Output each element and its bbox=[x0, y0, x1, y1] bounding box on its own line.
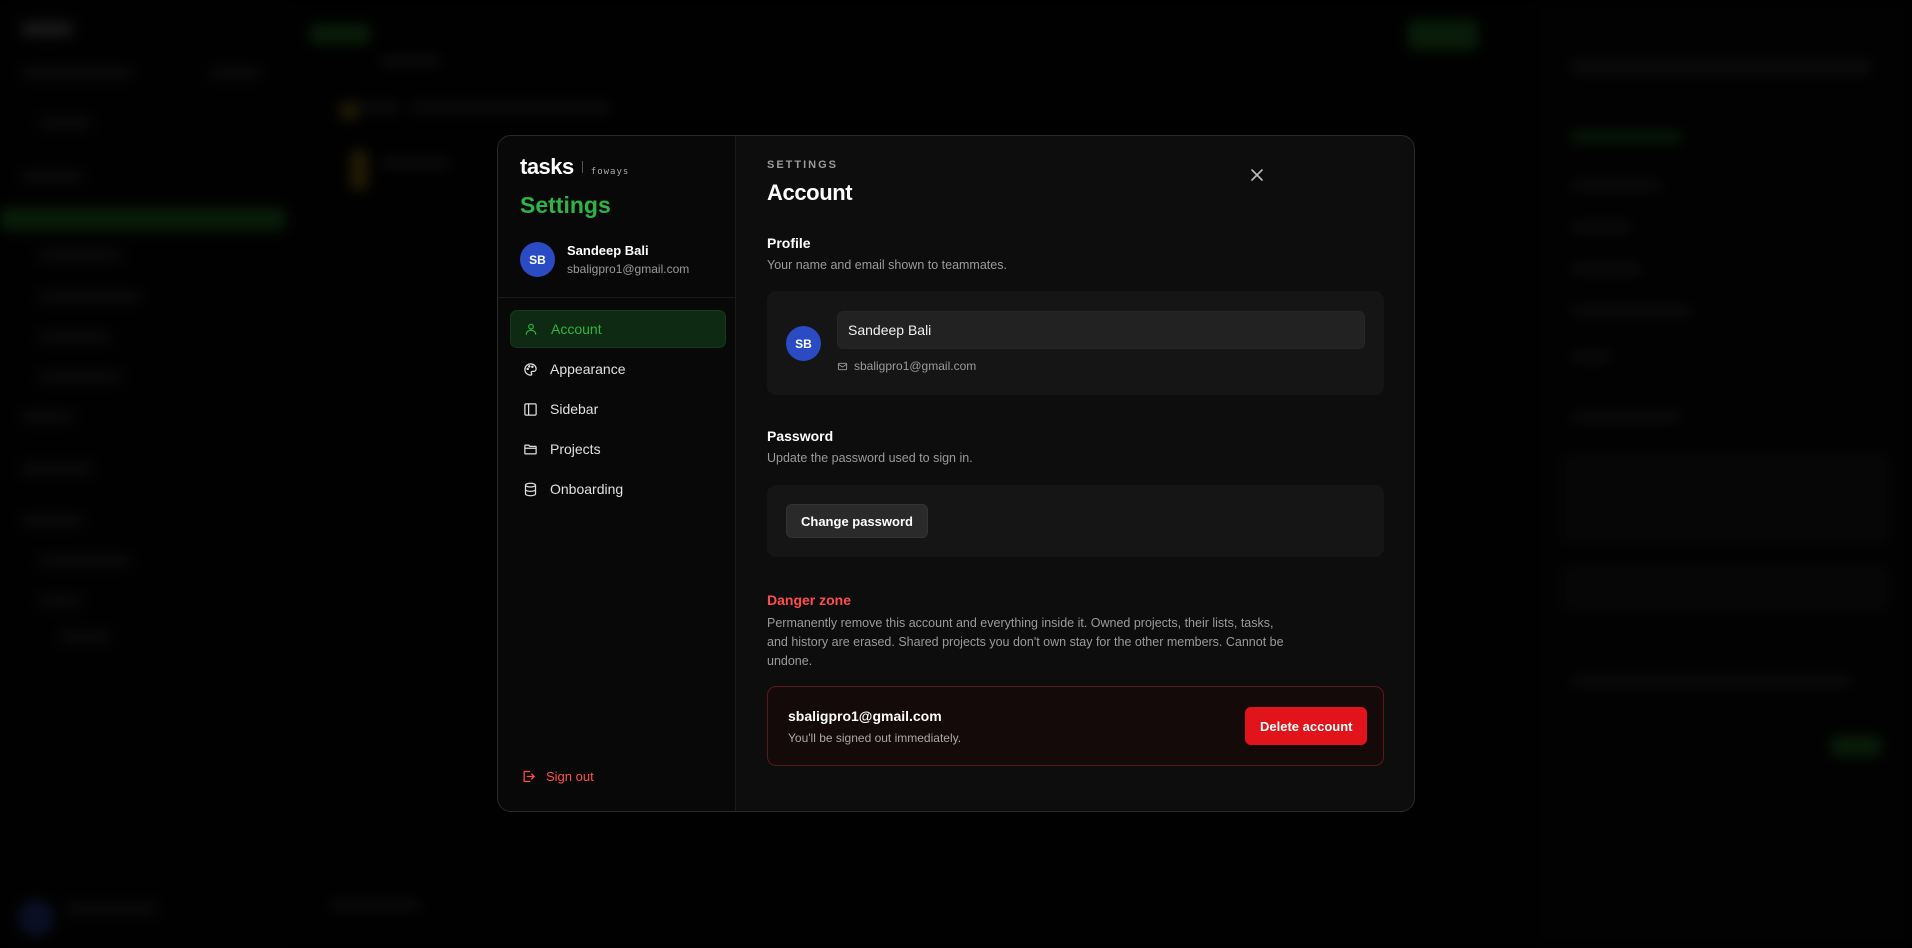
sidebar-item-projects[interactable]: Projects bbox=[510, 430, 726, 468]
sign-out-button[interactable]: Sign out bbox=[520, 768, 594, 784]
brand-divider bbox=[581, 161, 583, 173]
sidebar-item-label: Projects bbox=[550, 441, 601, 457]
danger-zone-heading: Danger zone bbox=[767, 592, 852, 608]
settings-content: SETTINGS Account Profile Your name and e… bbox=[736, 136, 1414, 811]
user-name: Sandeep Bali bbox=[567, 243, 649, 258]
password-heading: Password bbox=[767, 428, 834, 444]
database-icon bbox=[522, 481, 538, 497]
profile-email-text: sbaligpro1@gmail.com bbox=[854, 359, 977, 373]
sign-out-icon bbox=[520, 768, 536, 784]
current-user: SB Sandeep Bali sbaligpro1@gmail.com bbox=[520, 242, 689, 277]
settings-modal: tasks foways Settings SB Sandeep Bali sb… bbox=[497, 135, 1415, 812]
sidebar-item-label: Sidebar bbox=[550, 401, 599, 417]
folder-icon bbox=[522, 441, 538, 457]
mail-icon bbox=[837, 361, 848, 372]
avatar: SB bbox=[786, 326, 821, 361]
sidebar-item-appearance[interactable]: Appearance bbox=[510, 350, 726, 388]
settings-nav: Account Appearance Sidebar Projects Onbo… bbox=[510, 310, 726, 510]
sidebar-divider bbox=[498, 297, 735, 298]
name-field[interactable] bbox=[837, 311, 1365, 349]
close-icon bbox=[1251, 169, 1263, 181]
sidebar-panel-icon bbox=[522, 401, 538, 417]
sidebar-item-label: Account bbox=[551, 321, 602, 337]
profile-heading: Profile bbox=[767, 235, 811, 251]
password-panel: Change password bbox=[767, 485, 1384, 557]
danger-zone-description: Permanently remove this account and ever… bbox=[767, 616, 1284, 668]
settings-sidebar: tasks foways Settings SB Sandeep Bali sb… bbox=[498, 136, 736, 811]
delete-account-panel: sbaligpro1@gmail.com You'll be signed ou… bbox=[767, 686, 1384, 766]
sidebar-item-onboarding[interactable]: Onboarding bbox=[510, 470, 726, 508]
brand-logo: tasks foways bbox=[520, 154, 629, 180]
profile-description: Your name and email shown to teammates. bbox=[767, 258, 1007, 272]
page-eyebrow: SETTINGS bbox=[767, 159, 839, 171]
brand-name: tasks bbox=[520, 154, 574, 179]
palette-icon bbox=[522, 361, 538, 377]
sidebar-item-account[interactable]: Account bbox=[510, 310, 726, 348]
sidebar-item-sidebar[interactable]: Sidebar bbox=[510, 390, 726, 428]
avatar: SB bbox=[520, 242, 555, 277]
delete-account-button[interactable]: Delete account bbox=[1245, 707, 1368, 745]
settings-title: Settings bbox=[520, 192, 611, 218]
password-description: Update the password used to sign in. bbox=[767, 451, 973, 465]
profile-panel: SB sbaligpro1@gmail.com bbox=[767, 291, 1384, 395]
close-button[interactable] bbox=[1245, 163, 1269, 187]
page-title: Account bbox=[767, 180, 853, 205]
sidebar-item-label: Appearance bbox=[550, 361, 626, 377]
sidebar-item-label: Onboarding bbox=[550, 481, 624, 497]
profile-email: sbaligpro1@gmail.com bbox=[837, 359, 976, 373]
change-password-button[interactable]: Change password bbox=[786, 504, 928, 538]
user-email: sbaligpro1@gmail.com bbox=[567, 262, 690, 276]
sign-out-label: Sign out bbox=[546, 768, 594, 784]
brand-subtitle: foways bbox=[590, 167, 630, 177]
danger-note: You'll be signed out immediately. bbox=[788, 731, 962, 745]
danger-account-email: sbaligpro1@gmail.com bbox=[788, 708, 942, 724]
user-icon bbox=[523, 321, 539, 337]
